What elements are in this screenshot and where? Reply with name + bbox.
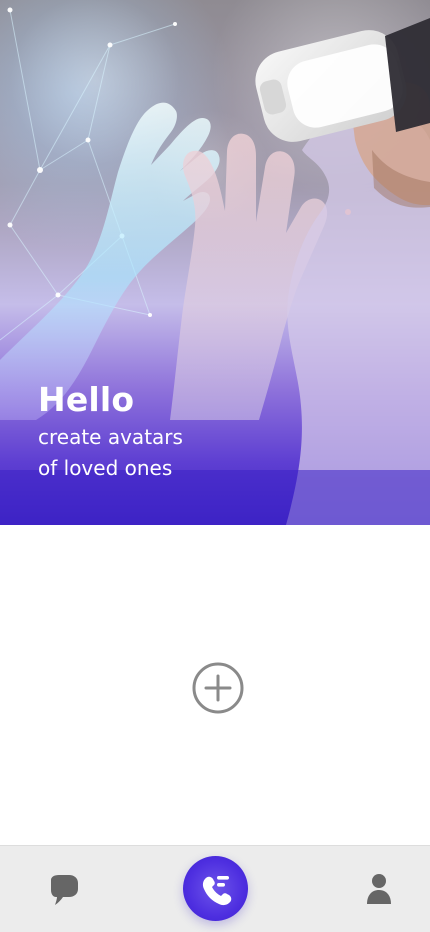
hero-title: Hello <box>38 380 135 419</box>
hero-banner: Hello create avatars of loved ones <box>0 0 430 525</box>
nav-profile-button[interactable] <box>359 870 399 910</box>
hero-subtitle-line-1: create avatars <box>38 425 183 449</box>
chat-bubble-icon <box>51 875 78 905</box>
plus-circle-icon <box>192 662 244 714</box>
bottom-navigation <box>0 845 430 932</box>
add-avatar-button[interactable] <box>192 662 244 714</box>
person-icon <box>367 874 391 904</box>
phone-call-icon <box>202 876 232 906</box>
app-screen: Hello create avatars of loved ones <box>0 0 430 932</box>
hero-subtitle-line-2: of loved ones <box>38 456 173 480</box>
nav-chat-button[interactable] <box>43 870 83 910</box>
call-button[interactable] <box>183 856 248 921</box>
hero-subtitle: create avatars of loved ones <box>38 422 258 484</box>
